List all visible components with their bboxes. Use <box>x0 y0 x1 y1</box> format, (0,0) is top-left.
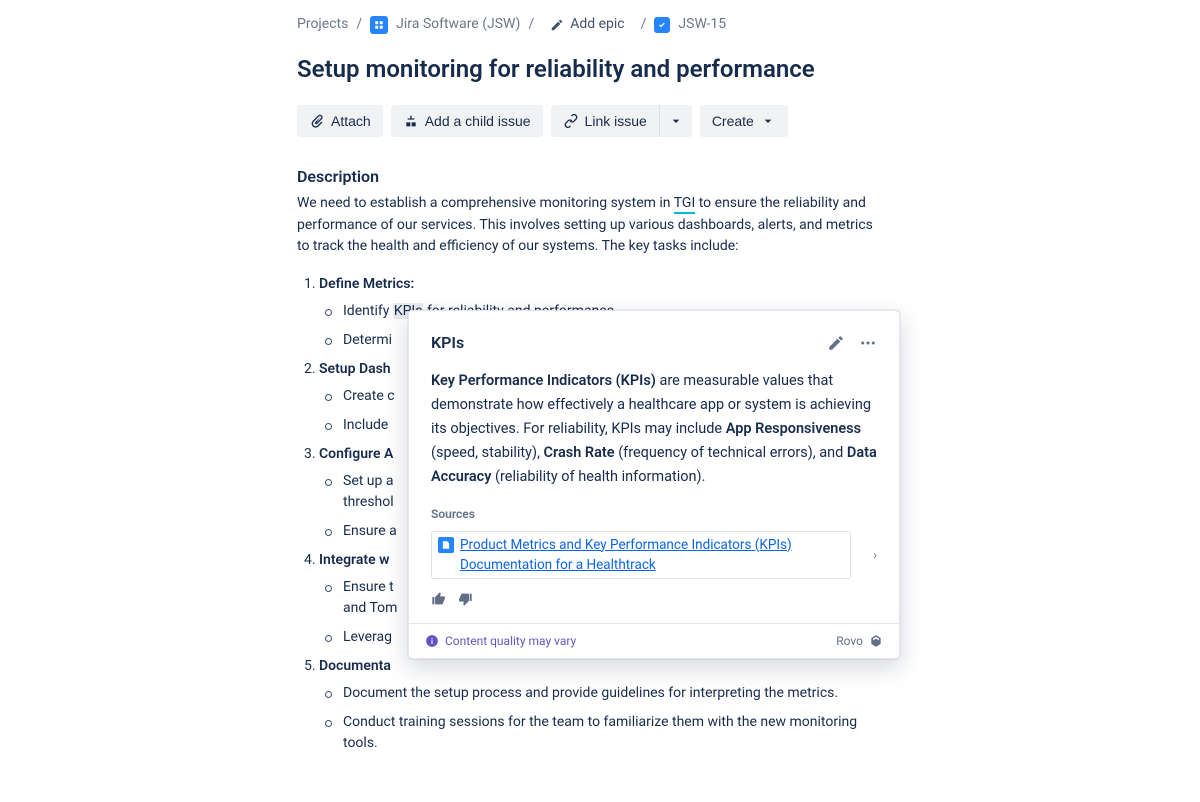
page-title: Setup monitoring for reliability and per… <box>297 51 1200 87</box>
source-link-text: Product Metrics and Key Performance Indi… <box>460 535 844 576</box>
quality-notice: Content quality may vary <box>425 632 576 650</box>
breadcrumb: Projects / Jira Software (JSW) / Add epi… <box>297 14 1200 35</box>
add-child-label: Add a child issue <box>425 113 531 129</box>
attach-label: Attach <box>331 113 371 129</box>
issue-toolbar: Attach Add a child issue Link issue Crea… <box>297 105 1200 137</box>
add-child-button[interactable]: Add a child issue <box>391 105 543 137</box>
create-button[interactable]: Create <box>700 105 788 137</box>
issue-type-icon <box>654 17 670 33</box>
breadcrumb-sep: / <box>356 14 362 35</box>
link-issue-button[interactable]: Link issue <box>551 105 659 137</box>
rovo-brand: Rovo <box>836 632 883 650</box>
chevron-down-icon <box>668 113 684 129</box>
chevron-right-icon[interactable]: › <box>873 546 877 564</box>
document-icon <box>438 537 454 553</box>
link-issue-more-button[interactable] <box>659 105 692 137</box>
task-head: Documenta <box>319 658 391 674</box>
project-icon <box>370 16 388 34</box>
info-icon <box>425 634 439 648</box>
task-head: Setup Dash <box>319 361 391 377</box>
list-item: Conduct training sessions for the team t… <box>339 712 877 754</box>
attach-button[interactable]: Attach <box>297 105 383 137</box>
term-tgi[interactable]: TGI <box>674 195 696 214</box>
list-item: Document the setup process and provide g… <box>339 683 877 704</box>
source-link[interactable]: Product Metrics and Key Performance Indi… <box>431 531 851 580</box>
create-label: Create <box>712 113 754 129</box>
rovo-icon <box>869 634 883 648</box>
task-head: Define Metrics: <box>319 276 414 292</box>
definition-popover: KPIs Key Performance Indicators (KPIs) a… <box>408 310 900 659</box>
breadcrumb-sep: / <box>528 14 534 35</box>
description-text: We need to establish a comprehensive mon… <box>297 193 877 258</box>
chevron-down-icon <box>760 113 776 129</box>
thumbs-down-icon[interactable] <box>457 591 473 607</box>
link-label: Link issue <box>585 113 647 129</box>
popover-body: Key Performance Indicators (KPIs) are me… <box>431 369 877 489</box>
edit-icon[interactable] <box>827 334 845 352</box>
add-epic-label: Add epic <box>570 14 624 35</box>
breadcrumb-issue-key[interactable]: JSW-15 <box>678 14 726 35</box>
add-epic-button[interactable]: Add epic <box>542 14 632 35</box>
sources-label: Sources <box>431 505 877 523</box>
breadcrumb-sep: / <box>641 14 647 35</box>
thumbs-up-icon[interactable] <box>431 591 447 607</box>
task-head: Configure A <box>319 446 393 462</box>
description-heading: Description <box>297 165 1200 189</box>
breadcrumb-projects[interactable]: Projects <box>297 14 348 35</box>
task-head: Integrate w <box>319 552 389 568</box>
task-item: Documenta Document the setup process and… <box>319 656 877 754</box>
popover-title: KPIs <box>431 331 464 355</box>
more-icon[interactable] <box>859 334 877 352</box>
breadcrumb-project[interactable]: Jira Software (JSW) <box>396 14 520 35</box>
